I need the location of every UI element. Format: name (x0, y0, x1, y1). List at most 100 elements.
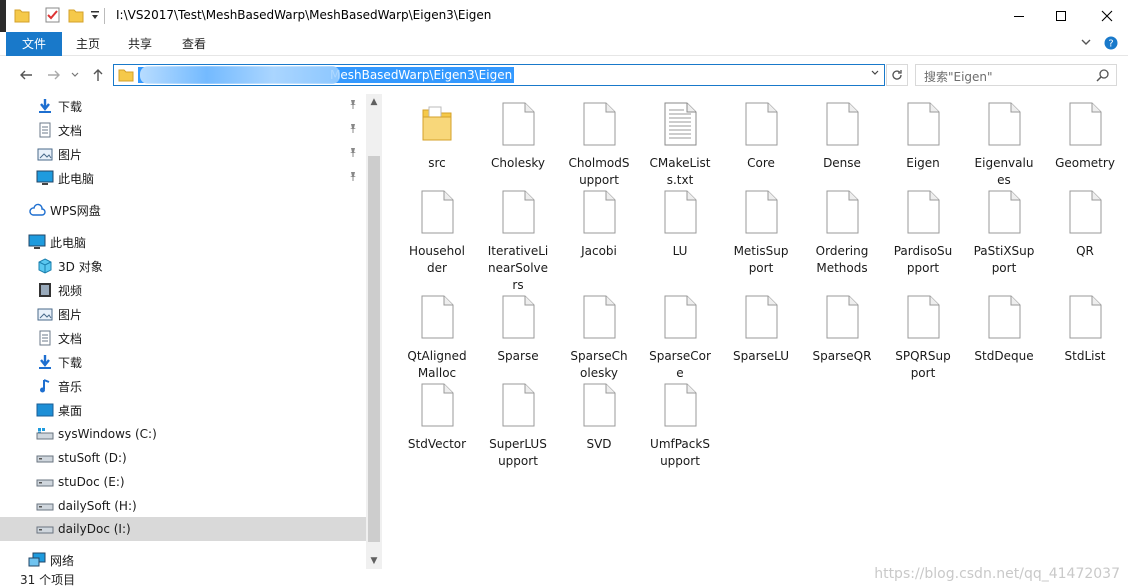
file-item[interactable]: SuperLUS upport (479, 383, 557, 470)
back-arrow-icon (20, 70, 32, 80)
pin-icon[interactable] (348, 123, 358, 136)
scroll-up-icon[interactable]: ▲ (366, 94, 382, 110)
sidebar-item-label: 文档 (58, 123, 83, 138)
search-input[interactable]: 搜索"Eigen" (924, 68, 993, 85)
up-button[interactable] (88, 65, 108, 85)
sidebar-item-pictures-pc[interactable]: 图片 (0, 302, 366, 326)
sidebar-item-this-pc-quick[interactable]: 此电脑 (0, 166, 366, 190)
file-name: UmfPackS upport (650, 437, 710, 468)
file-item[interactable]: StdVector (398, 383, 476, 453)
address-dropdown-button[interactable] (870, 68, 880, 81)
file-item[interactable]: Dense (803, 102, 881, 172)
sidebar-item-drive-h[interactable]: dailySoft (H:) (0, 494, 366, 518)
file-item[interactable]: SparseCh olesky (560, 295, 638, 382)
file-item[interactable]: Jacobi (560, 190, 638, 260)
file-item[interactable]: SparseCor e (641, 295, 719, 382)
up-arrow-icon (93, 69, 103, 81)
file-item[interactable]: IterativeLi nearSolve rs (479, 190, 557, 294)
file-item[interactable]: Core (722, 102, 800, 172)
file-icon (907, 102, 940, 146)
sidebar-item-pictures[interactable]: 图片 (0, 142, 366, 166)
sidebar-item-drive-e[interactable]: stuDoc (E:) (0, 470, 366, 494)
sidebar-item-label: 音乐 (58, 379, 83, 394)
sidebar-item-drive-i[interactable]: dailyDoc (I:) (0, 517, 366, 541)
file-name: Geometry (1055, 156, 1115, 170)
tab-view[interactable]: 查看 (174, 32, 214, 56)
file-name: src (428, 156, 446, 170)
file-icon (907, 295, 940, 339)
search-icon[interactable] (1096, 68, 1110, 85)
customize-qat-icon[interactable] (90, 9, 100, 29)
chevron-down-icon (71, 72, 79, 77)
file-item[interactable]: Eigen (884, 102, 962, 172)
sidebar-item-documents[interactable]: 文档 (0, 118, 366, 142)
file-item[interactable]: PaStiXSup port (965, 190, 1043, 277)
file-item[interactable]: SPQRSup port (884, 295, 962, 382)
sidebar-item-label: dailyDoc (I:) (58, 522, 131, 536)
file-item[interactable]: Ordering Methods (803, 190, 881, 277)
file-item[interactable]: QR (1046, 190, 1124, 260)
forward-button[interactable] (44, 65, 64, 85)
sidebar-item-videos[interactable]: 视频 (0, 278, 366, 302)
file-item[interactable]: src (398, 102, 476, 172)
sidebar-item-downloads-pc[interactable]: 下载 (0, 350, 366, 374)
recent-locations-button[interactable] (68, 65, 82, 85)
file-item[interactable]: Geometry (1046, 102, 1124, 172)
file-item[interactable]: Cholesky (479, 102, 557, 172)
scrollbar-thumb[interactable] (368, 156, 380, 542)
file-item[interactable]: MetisSup port (722, 190, 800, 277)
document-icon (36, 330, 54, 346)
sidebar-item-downloads[interactable]: 下载 (0, 94, 366, 118)
file-name: StdVector (407, 437, 467, 451)
close-button[interactable] (1084, 0, 1128, 32)
maximize-button[interactable] (1038, 0, 1084, 32)
sidebar-item-drive-d[interactable]: stuSoft (D:) (0, 446, 366, 470)
file-item[interactable]: SparseLU (722, 295, 800, 365)
file-item[interactable]: QtAligned Malloc (398, 295, 476, 382)
file-item[interactable]: Househol der (398, 190, 476, 277)
sidebar-item-drive-c[interactable]: sysWindows (C:) (0, 422, 366, 446)
new-folder-icon[interactable] (68, 6, 84, 26)
folder-icon[interactable] (14, 6, 30, 26)
sidebar-item-documents-pc[interactable]: 文档 (0, 326, 366, 350)
file-item[interactable]: LU (641, 190, 719, 260)
properties-icon[interactable] (44, 6, 62, 26)
pin-icon[interactable] (348, 99, 358, 112)
sidebar-item-wps[interactable]: WPS网盘 (0, 198, 366, 222)
expand-ribbon-icon[interactable] (1080, 36, 1092, 53)
scroll-down-icon[interactable]: ▼ (366, 553, 382, 569)
sidebar-item-label: 下载 (58, 99, 83, 114)
file-item[interactable]: CholmodS upport (560, 102, 638, 189)
tab-share[interactable]: 共享 (120, 32, 160, 56)
file-item[interactable]: Eigenvalu es (965, 102, 1043, 189)
file-item[interactable]: StdDeque (965, 295, 1043, 365)
file-item[interactable]: SparseQR (803, 295, 881, 365)
sidebar-item-label: 网络 (50, 553, 75, 568)
file-icon (664, 190, 697, 234)
file-icon (502, 295, 535, 339)
file-item[interactable]: CMakeList s.txt (641, 102, 719, 189)
search-box[interactable]: 搜索"Eigen" (915, 64, 1117, 86)
pin-icon[interactable] (348, 171, 358, 184)
file-item[interactable]: SVD (560, 383, 638, 453)
minimize-button[interactable] (996, 0, 1042, 32)
file-item[interactable]: StdList (1046, 295, 1124, 365)
sidebar-item-music[interactable]: 音乐 (0, 374, 366, 398)
refresh-button[interactable] (886, 64, 908, 86)
file-item[interactable]: Sparse (479, 295, 557, 365)
sidebar-item-3d-objects[interactable]: 3D 对象 (0, 254, 366, 278)
file-item[interactable]: UmfPackS upport (641, 383, 719, 470)
sidebar-item-desktop[interactable]: 桌面 (0, 398, 366, 422)
file-name: MetisSup port (733, 244, 789, 275)
help-icon[interactable]: ? (1104, 36, 1118, 53)
sidebar-item-this-pc[interactable]: 此电脑 (0, 230, 366, 254)
sidebar-scrollbar[interactable]: ▲ ▼ (366, 94, 382, 569)
tab-file[interactable]: 文件 (6, 32, 62, 56)
music-icon (36, 378, 54, 394)
address-bar[interactable]: MeshBasedWarp\Eigen3\Eigen (113, 64, 885, 86)
file-icon (745, 295, 778, 339)
pin-icon[interactable] (348, 147, 358, 160)
file-item[interactable]: PardisoSu pport (884, 190, 962, 277)
back-button[interactable] (16, 65, 36, 85)
tab-home[interactable]: 主页 (68, 32, 108, 56)
